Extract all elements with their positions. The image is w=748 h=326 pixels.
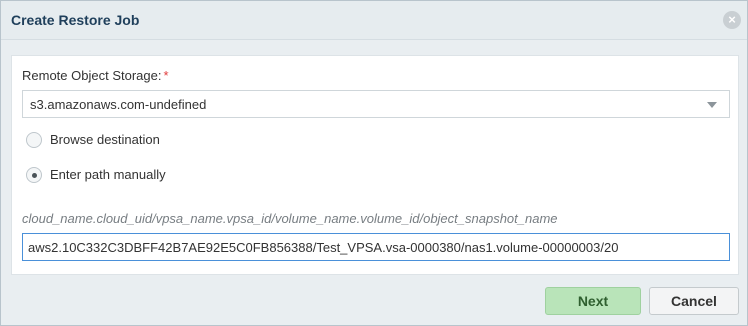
path-format-hint: cloud_name.cloud_uid/vpsa_name.vpsa_id/v… [22,211,558,226]
storage-label: Remote Object Storage: [22,68,162,83]
close-icon[interactable]: × [723,11,741,29]
create-restore-job-dialog: Create Restore Job × Remote Object Stora… [0,0,748,326]
radio-browse-label: Browse destination [50,132,160,147]
storage-select-value: s3.amazonaws.com-undefined [30,97,207,112]
required-marker: * [163,68,169,83]
chevron-down-icon[interactable] [707,102,717,108]
next-button[interactable]: Next [545,287,641,315]
radio-button[interactable] [26,132,42,148]
radio-manual-label: Enter path manually [50,167,166,182]
storage-label-row: Remote Object Storage: * [22,68,169,83]
dialog-titlebar: Create Restore Job × [1,1,747,40]
radio-selected-dot [32,173,37,178]
radio-button-selected[interactable] [26,167,42,183]
dialog-title: Create Restore Job [11,12,140,28]
path-input[interactable] [22,233,730,261]
dialog-body: Remote Object Storage: * s3.amazonaws.com… [11,55,739,275]
storage-select[interactable]: s3.amazonaws.com-undefined [22,90,730,118]
cancel-button[interactable]: Cancel [649,287,739,315]
